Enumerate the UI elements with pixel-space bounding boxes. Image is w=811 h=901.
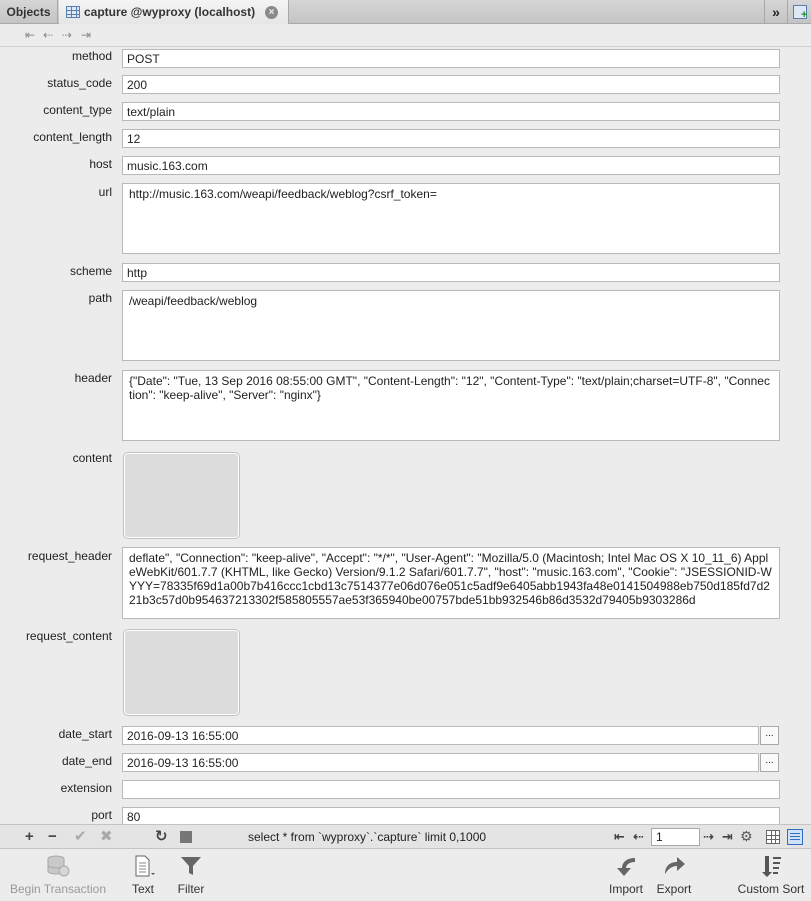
discard-changes-icon[interactable]: ✖ <box>100 829 113 844</box>
database-icon <box>8 853 108 879</box>
filter-button[interactable]: Filter <box>174 853 208 896</box>
field-content-image[interactable] <box>123 452 240 539</box>
sort-icon <box>734 853 808 879</box>
record-navigation: ⇤ ⇠ ⇢ ⇥ <box>0 25 811 46</box>
field-label-status-code: status_code <box>47 76 112 90</box>
custom-sort-button[interactable]: Custom Sort <box>734 853 808 896</box>
first-page-icon[interactable]: ⇤ <box>614 829 625 844</box>
field-content-length[interactable]: 12 <box>122 129 780 148</box>
last-record-icon[interactable]: ⇥ <box>79 28 93 42</box>
field-date-start[interactable]: 2016-09-13 16:55:00 <box>122 726 759 745</box>
field-label-host: host <box>89 157 112 171</box>
field-label-date-end: date_end <box>61 754 112 768</box>
field-label-request-header: request_header <box>27 549 112 563</box>
settings-gear-icon[interactable]: ⚙ <box>740 829 753 844</box>
field-port[interactable]: 80 <box>122 807 780 825</box>
filter-label: Filter <box>177 882 205 896</box>
form-view-icon[interactable] <box>787 829 803 845</box>
field-label-path: path <box>88 291 112 305</box>
more-tabs-icon[interactable]: » <box>764 0 787 24</box>
field-label-method: method <box>71 49 112 63</box>
field-label-content-length: content_length <box>33 130 112 144</box>
begin-transaction-label: Begin Transaction <box>9 882 107 896</box>
date-end-picker-button[interactable]: ... <box>760 753 779 772</box>
apply-changes-icon[interactable]: ✔ <box>74 829 87 844</box>
field-label-content-type: content_type <box>43 103 112 117</box>
custom-sort-label: Custom Sort <box>737 882 805 896</box>
record-form: method POST status_code 200 content_type… <box>0 46 811 825</box>
sql-query-text: select * from `wyproxy`.`capture` limit … <box>248 830 487 844</box>
import-arrow-icon <box>604 853 648 879</box>
field-host[interactable]: music.163.com <box>122 156 780 175</box>
field-label-header: header <box>74 371 112 385</box>
field-label-date-start: date_start <box>58 727 112 741</box>
text-label: Text <box>131 882 154 896</box>
field-label-scheme: scheme <box>69 264 112 278</box>
field-label-port: port <box>91 808 112 822</box>
status-bar: + − ✔ ✖ ↻ select * from `wyproxy`.`captu… <box>0 824 811 849</box>
close-tab-icon[interactable]: × <box>265 6 278 19</box>
stop-icon[interactable] <box>180 831 192 843</box>
refresh-icon[interactable]: ↻ <box>155 829 168 844</box>
tab-objects-label: Objects <box>6 5 51 19</box>
last-page-icon[interactable]: ⇥ <box>722 829 733 844</box>
field-path[interactable]: /weapi/feedback/weblog <box>122 290 780 361</box>
field-request-content-image[interactable] <box>123 629 240 716</box>
date-start-picker-button[interactable]: ... <box>760 726 779 745</box>
field-status-code[interactable]: 200 <box>122 75 780 94</box>
export-button[interactable]: Export <box>653 853 695 896</box>
page-number-input[interactable]: 1 <box>651 828 700 846</box>
field-extension[interactable] <box>122 780 780 799</box>
table-icon <box>66 6 80 18</box>
grid-view-icon[interactable] <box>766 830 780 844</box>
text-view-button[interactable]: Text <box>125 853 161 896</box>
export-label: Export <box>656 882 692 896</box>
field-request-header[interactable]: deflate", "Connection": "keep-alive", "A… <box>122 547 780 619</box>
begin-transaction-button[interactable]: Begin Transaction <box>8 853 108 896</box>
tab-capture-label: capture @wyproxy (localhost) <box>84 5 256 19</box>
field-label-request-content: request_content <box>25 629 112 643</box>
document-icon <box>125 853 161 879</box>
export-arrow-icon <box>653 853 695 879</box>
next-page-icon[interactable]: ⇢ <box>703 829 714 844</box>
field-date-end[interactable]: 2016-09-13 16:55:00 <box>122 753 759 772</box>
previous-page-icon[interactable]: ⇠ <box>633 829 644 844</box>
field-scheme[interactable]: http <box>122 263 780 282</box>
import-label: Import <box>608 882 643 896</box>
previous-record-icon[interactable]: ⇠ <box>41 28 55 42</box>
next-record-icon[interactable]: ⇢ <box>60 28 74 42</box>
add-record-icon[interactable]: + <box>25 829 34 844</box>
import-button[interactable]: Import <box>604 853 648 896</box>
filter-funnel-icon <box>174 853 208 879</box>
field-method[interactable]: POST <box>122 49 780 68</box>
field-label-url: url <box>98 185 112 199</box>
first-record-icon[interactable]: ⇤ <box>23 28 37 42</box>
bottom-toolbar: Begin Transaction Text Filter Import Exp… <box>0 849 811 901</box>
tab-objects[interactable]: Objects <box>0 0 58 24</box>
tab-bar: Objects capture @wyproxy (localhost) × »… <box>0 0 811 24</box>
delete-record-icon[interactable]: − <box>48 829 57 844</box>
field-header[interactable]: {"Date": "Tue, 13 Sep 2016 08:55:00 GMT"… <box>122 370 780 441</box>
field-label-extension: extension <box>60 781 112 795</box>
new-table-tab-button[interactable]: + <box>787 0 811 24</box>
field-label-content: content <box>72 451 112 465</box>
field-url[interactable]: http://music.163.com/weapi/feedback/webl… <box>122 183 780 254</box>
tab-capture[interactable]: capture @wyproxy (localhost) × <box>59 0 289 24</box>
field-content-type[interactable]: text/plain <box>122 102 780 121</box>
